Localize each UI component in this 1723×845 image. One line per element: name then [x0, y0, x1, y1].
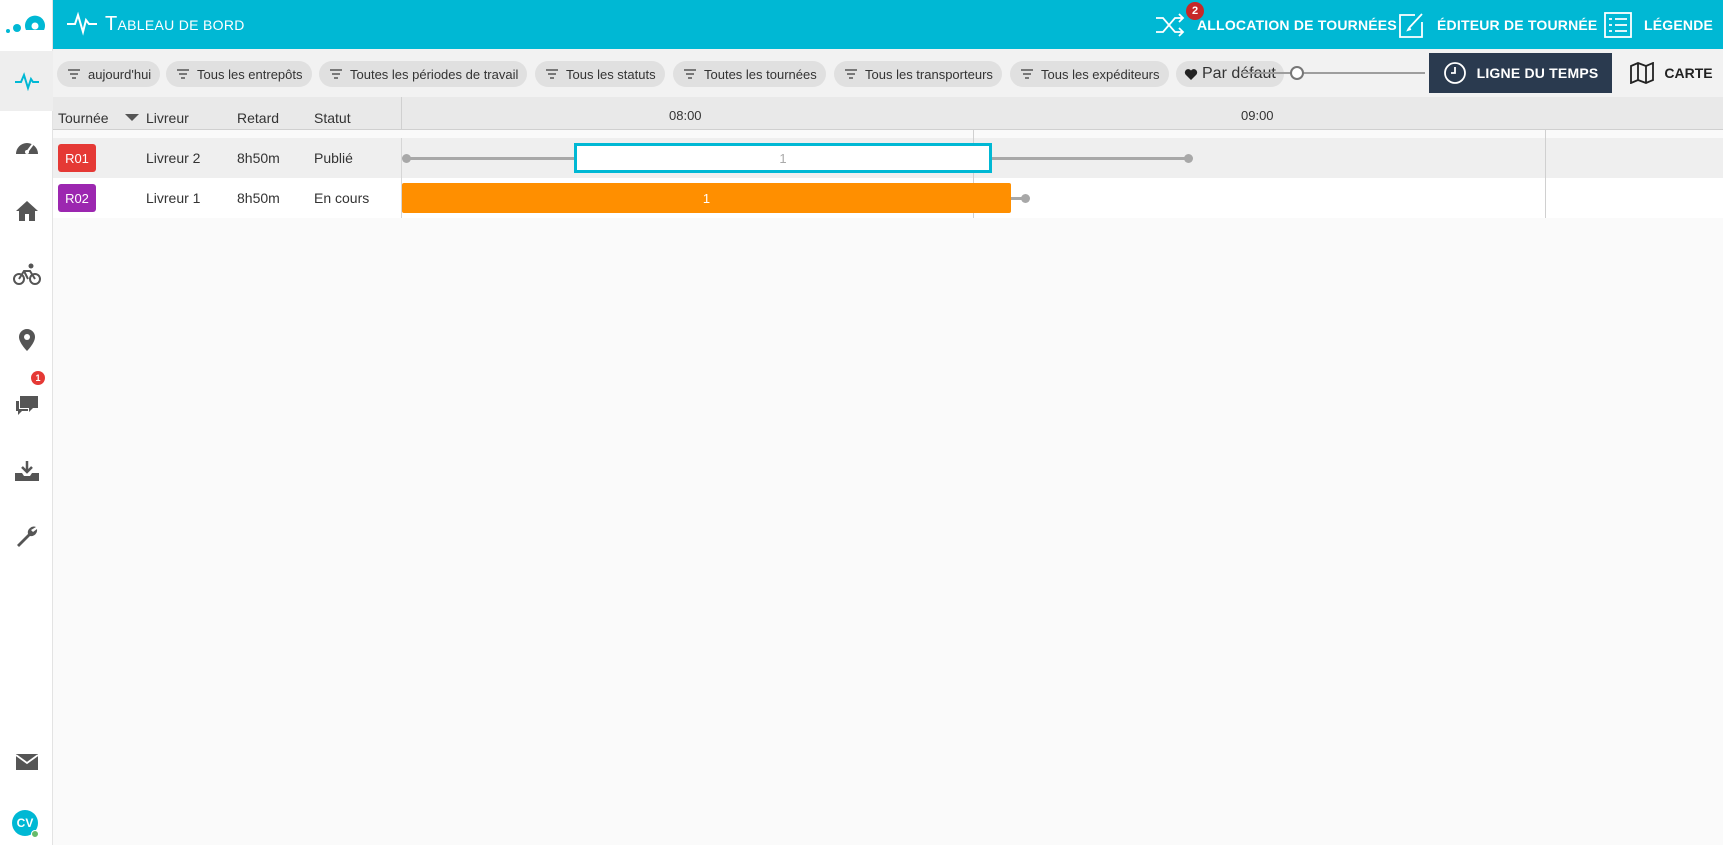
status-cell: En cours	[314, 190, 370, 206]
download-tray-icon	[14, 461, 39, 481]
route-badge[interactable]: R02	[58, 184, 96, 212]
delay-cell: 8h50m	[237, 150, 280, 166]
route-editor-button[interactable]: ÉDITEUR DE TOURNÉE	[1397, 0, 1597, 49]
pulse-icon	[14, 72, 39, 91]
page-title: TABLEAU DE BORD	[105, 13, 245, 35]
sidebar-item-mail[interactable]	[0, 732, 53, 792]
list-icon	[1604, 11, 1632, 38]
sidebar-item-performance[interactable]	[0, 117, 53, 177]
sort-descending-icon[interactable]	[125, 114, 139, 121]
mail-icon	[14, 754, 39, 770]
heart-icon	[1184, 68, 1198, 80]
pulse-icon	[66, 10, 98, 41]
legend-label: LÉGENDE	[1644, 16, 1714, 33]
timeline-view-button[interactable]: LIGNE DU TEMPS	[1429, 53, 1612, 93]
chat-icon	[15, 396, 38, 415]
sidebar-item-import[interactable]	[0, 441, 53, 501]
filter-icon	[845, 69, 857, 79]
sidebar-item-messages[interactable]: 1	[0, 371, 53, 435]
app-logo[interactable]	[0, 0, 53, 49]
filter-chip-statuses[interactable]: Tous les statuts	[535, 61, 665, 87]
timeline-divider	[401, 97, 402, 130]
route-r01-start-dot	[402, 154, 411, 163]
legend-button[interactable]: LÉGENDE	[1604, 0, 1713, 49]
zoom-slider-track[interactable]	[1241, 72, 1425, 74]
route-r02-segment[interactable]: 1	[402, 183, 1011, 213]
sidebar-item-locations[interactable]	[0, 310, 53, 370]
time-label-0800: 08:00	[669, 108, 702, 123]
filter-chip-routes[interactable]: Toutes les tournées	[673, 61, 826, 87]
column-header-delay[interactable]: Retard	[237, 110, 279, 126]
filter-chip-work-periods[interactable]: Toutes les périodes de travail	[319, 61, 528, 87]
filter-chip-date[interactable]: aujourd'hui	[57, 61, 161, 87]
edit-icon	[1399, 12, 1423, 38]
filter-icon	[546, 69, 558, 79]
speedometer-icon	[15, 143, 38, 154]
filter-icon	[1021, 69, 1033, 79]
status-cell: Publié	[314, 150, 353, 166]
delay-cell: 8h50m	[237, 190, 280, 206]
home-icon	[15, 201, 38, 221]
map-view-button[interactable]: CARTE	[1620, 53, 1723, 93]
column-header-driver[interactable]: Livreur	[146, 110, 189, 126]
time-label-0900: 09:00	[1241, 108, 1274, 123]
map-icon	[1630, 62, 1655, 84]
filter-icon	[68, 69, 80, 79]
driver-cell: Livreur 2	[146, 150, 201, 166]
shuffle-icon	[1156, 12, 1185, 37]
table-header: Tournée Livreur Retard Statut 08:00 09:0…	[53, 97, 1723, 130]
filter-chip-shippers[interactable]: Tous les expéditeurs	[1010, 61, 1169, 87]
bicycle-icon	[12, 263, 41, 285]
filter-icon	[330, 69, 342, 79]
zoom-slider-handle[interactable]	[1290, 66, 1304, 80]
sidebar: 1 CV	[0, 0, 53, 845]
sidebar-item-settings[interactable]	[0, 506, 53, 566]
online-status-dot	[31, 830, 39, 838]
route-r01-segment[interactable]: 1	[574, 143, 992, 173]
filter-icon	[177, 69, 189, 79]
wrench-icon	[16, 526, 37, 547]
messages-badge: 1	[31, 371, 45, 385]
clock-icon	[1443, 62, 1466, 84]
sidebar-item-dashboard[interactable]	[0, 51, 53, 111]
sidebar-item-warehouses[interactable]	[0, 181, 53, 241]
route-editor-label: ÉDITEUR DE TOURNÉE	[1437, 16, 1598, 33]
filter-chip-warehouses[interactable]: Tous les entrepôts	[166, 61, 312, 87]
route-r02-end-dot	[1021, 194, 1030, 203]
location-pin-icon	[18, 329, 35, 351]
favorite-filter-chip[interactable]: Par défaut	[1176, 61, 1284, 87]
filter-icon	[684, 69, 696, 79]
driver-cell: Livreur 1	[146, 190, 201, 206]
route-badge[interactable]: R01	[58, 144, 96, 172]
filter-chip-carriers[interactable]: Tous les transporteurs	[834, 61, 1002, 87]
allocation-badge: 2	[1186, 2, 1204, 20]
column-header-route[interactable]: Tournée	[58, 110, 109, 126]
route-allocation-label: ALLOCATION DE TOURNÉES	[1197, 16, 1397, 33]
timeline-gridline	[1545, 130, 1546, 218]
top-bar: TABLEAU DE BORD ALLOCATION DE TOURNÉES 2…	[53, 0, 1723, 49]
column-header-status[interactable]: Statut	[314, 110, 351, 126]
sidebar-item-drivers[interactable]	[0, 244, 53, 304]
route-r01-end-dot	[1184, 154, 1193, 163]
